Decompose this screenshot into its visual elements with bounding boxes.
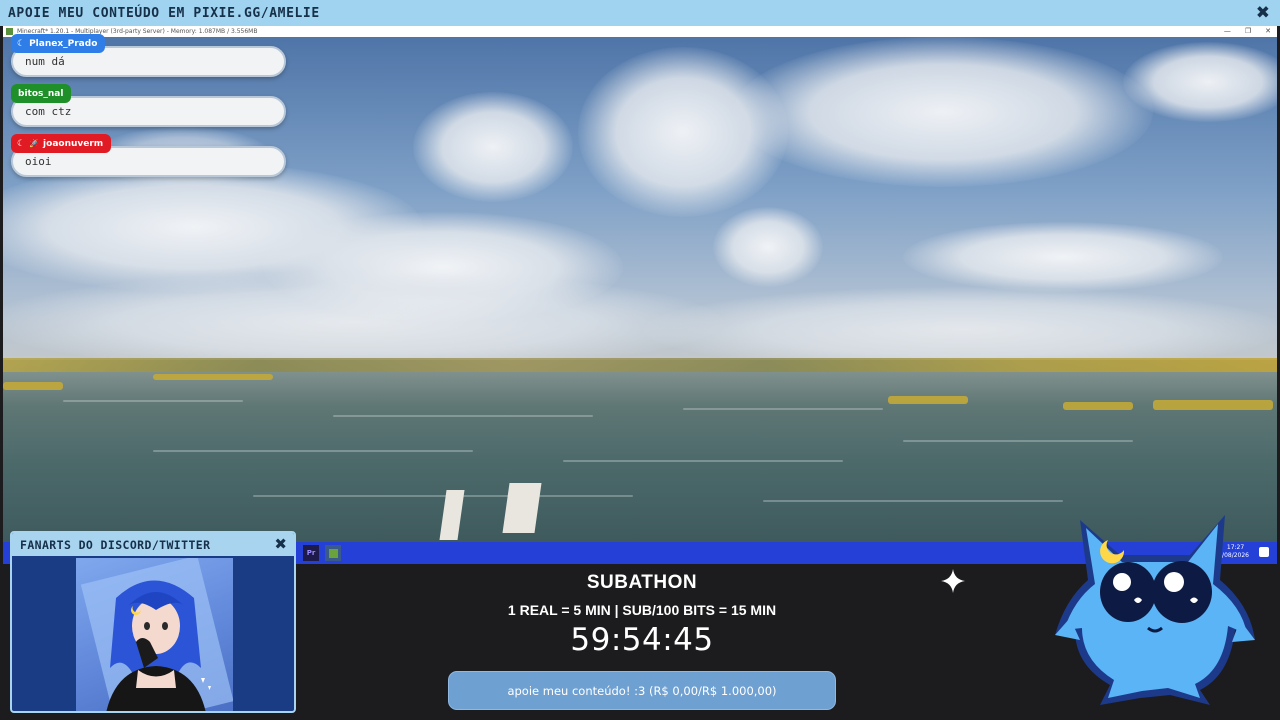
maximize-icon[interactable]: ❐ — [1245, 26, 1251, 37]
fanart-header: FANARTS DO DISCORD/TWITTER — [12, 533, 294, 556]
chat-username-badge: ☾ 🚀 joaonuverm — [11, 134, 112, 153]
water-ripple — [903, 440, 1133, 442]
chat-username-badge: ☾ Planex_Prado — [11, 34, 106, 53]
subathon-timer: 59:54:45 — [570, 622, 714, 658]
subathon-rates: 1 REAL = 5 MIN | SUB/100 BITS = 15 MIN — [507, 602, 777, 618]
chat-message: bitos_nal com ctz — [11, 84, 286, 127]
water-ripple — [683, 408, 883, 410]
fanart-title: FANARTS DO DISCORD/TWITTER — [20, 537, 211, 552]
cloud — [413, 92, 573, 202]
minimize-icon[interactable]: — — [1224, 26, 1231, 37]
boat-paddle — [502, 483, 542, 533]
reed-patch — [888, 396, 968, 404]
cloud — [3, 272, 723, 372]
window-close-icon[interactable]: ✕ — [1265, 26, 1271, 37]
sparkle-icon — [941, 569, 965, 593]
water-ripple — [153, 450, 473, 452]
chat-message: ☾ Planex_Prado num dá — [11, 34, 286, 77]
chat-username: bitos_nal — [18, 88, 64, 99]
subathon-widget: SUBATHON 1 REAL = 5 MIN | SUB/100 BITS =… — [448, 572, 836, 658]
reed-patch — [1063, 402, 1133, 410]
cloud — [733, 37, 1153, 187]
top-banner: APOIE MEU CONTEÚDO EM PIXIE.GG/AMELIE ✖ — [0, 0, 1280, 26]
rocket-icon: 🚀 — [29, 139, 40, 148]
water-ripple — [563, 460, 843, 462]
banner-title: APOIE MEU CONTEÚDO EM PIXIE.GG/AMELIE — [8, 5, 320, 21]
chat-username: joaonuverm — [43, 138, 104, 149]
close-icon[interactable]: ✖ — [1256, 3, 1270, 23]
close-icon[interactable]: ✖ — [274, 535, 287, 553]
mascot-icon — [1055, 515, 1255, 705]
cloud — [713, 207, 823, 287]
reed-patch — [153, 374, 273, 380]
water-ripple — [63, 400, 243, 402]
fanart-drawing — [80, 558, 233, 711]
fanart-image — [76, 558, 233, 711]
chat-username: Planex_Prado — [29, 38, 98, 49]
cloud — [903, 222, 1223, 292]
stream-overlay: APOIE MEU CONTEÚDO EM PIXIE.GG/AMELIE ✖ … — [0, 0, 1280, 720]
fanart-panel: FANARTS DO DISCORD/TWITTER ✖ — [10, 531, 296, 713]
subathon-title: SUBATHON — [586, 572, 698, 593]
boat-paddle — [439, 490, 465, 540]
reed-patch — [1153, 400, 1273, 410]
donate-goal-button[interactable]: apoie meu conteúdo! :3 (R$ 0,00/R$ 1.000… — [448, 671, 836, 710]
water-ripple — [763, 500, 1063, 502]
chat-username-badge: bitos_nal — [11, 84, 72, 103]
reed-patch — [3, 382, 63, 390]
chat-message: ☾ 🚀 joaonuverm oioi — [11, 134, 286, 177]
moon-icon: ☾ — [17, 38, 26, 49]
minecraft-icon[interactable] — [325, 545, 341, 561]
premiere-pro-icon[interactable]: Pr — [303, 545, 319, 561]
water-ripple — [253, 495, 633, 497]
reed-horizon — [3, 358, 1277, 372]
water-ripple — [333, 415, 593, 417]
window-controls: — ❐ ✕ — [1224, 26, 1271, 37]
moon-icon: ☾ — [17, 138, 26, 149]
